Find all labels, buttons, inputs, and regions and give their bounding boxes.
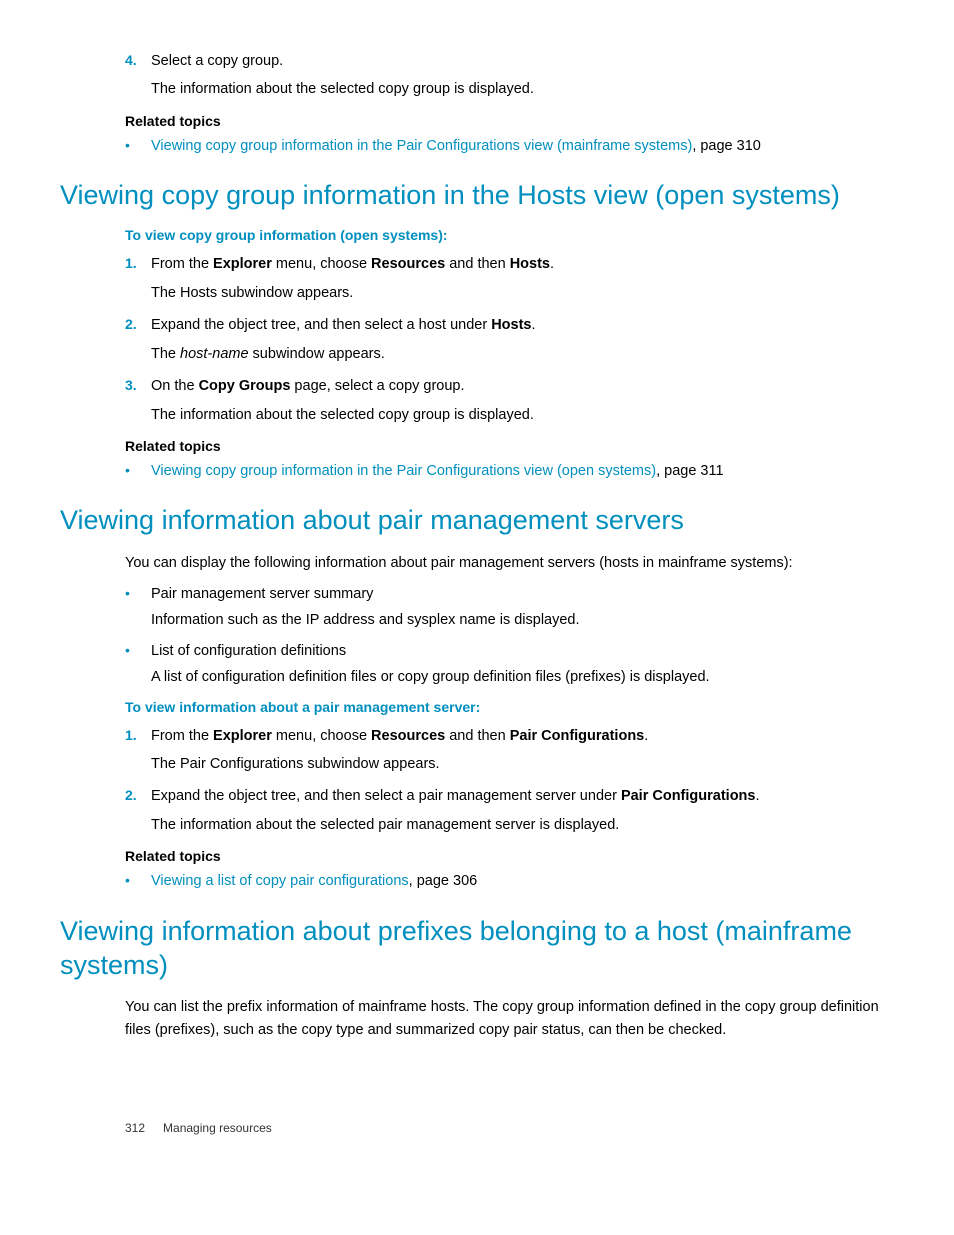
text: . bbox=[531, 317, 535, 333]
related-link[interactable]: Viewing a list of copy pair configuratio… bbox=[151, 873, 409, 889]
text: Pair management server summary bbox=[151, 586, 373, 602]
related-topics-heading: Related topics bbox=[125, 438, 894, 454]
related-topics-heading: Related topics bbox=[125, 848, 894, 864]
step-sub: The Pair Configurations subwindow appear… bbox=[151, 753, 894, 775]
related-item: Viewing a list of copy pair configuratio… bbox=[151, 870, 894, 892]
step-sub: The information about the selected copy … bbox=[151, 78, 894, 100]
list-number: 3. bbox=[125, 375, 151, 396]
step-sub: The host-name subwindow appears. bbox=[151, 343, 894, 365]
list-item-body: Expand the object tree, and then select … bbox=[151, 785, 894, 836]
text: and then bbox=[445, 728, 510, 744]
list-item-body: List of configuration definitions A list… bbox=[151, 640, 894, 689]
related-item: Viewing copy group information in the Pa… bbox=[151, 460, 894, 482]
text: . bbox=[755, 788, 759, 804]
text: menu, choose bbox=[272, 256, 371, 272]
section-heading-hosts-view: Viewing copy group information in the Ho… bbox=[60, 179, 894, 213]
bold: Explorer bbox=[213, 728, 272, 744]
page-number: 312 bbox=[125, 1121, 145, 1135]
bullet-icon: • bbox=[125, 460, 151, 481]
section-heading-prefixes: Viewing information about prefixes belon… bbox=[60, 915, 894, 983]
list-item-sub: A list of configuration definition files… bbox=[151, 666, 894, 688]
text: page, select a copy group. bbox=[290, 378, 464, 394]
section-heading-pair-servers: Viewing information about pair managemen… bbox=[60, 504, 894, 538]
intro-paragraph: You can list the prefix information of m… bbox=[125, 996, 894, 1041]
text: The bbox=[151, 346, 180, 362]
text: From the bbox=[151, 256, 213, 272]
related-page-ref: , page 306 bbox=[409, 873, 478, 889]
list-item-sub: Information such as the IP address and s… bbox=[151, 609, 894, 631]
list-item-body: Select a copy group. The information abo… bbox=[151, 50, 894, 101]
procedure-subhead: To view information about a pair managem… bbox=[125, 699, 894, 715]
text: subwindow appears. bbox=[249, 346, 385, 362]
bold: Resources bbox=[371, 728, 445, 744]
text: From the bbox=[151, 728, 213, 744]
text: menu, choose bbox=[272, 728, 371, 744]
text: Expand the object tree, and then select … bbox=[151, 317, 491, 333]
related-item: Viewing copy group information in the Pa… bbox=[151, 135, 894, 157]
bullet-icon: • bbox=[125, 870, 151, 891]
related-link[interactable]: Viewing copy group information in the Pa… bbox=[151, 463, 656, 479]
bullet-icon: • bbox=[125, 583, 151, 604]
text: and then bbox=[445, 256, 510, 272]
text: Expand the object tree, and then select … bbox=[151, 788, 621, 804]
list-number: 2. bbox=[125, 785, 151, 806]
bold: Pair Configurations bbox=[510, 728, 645, 744]
bold: Pair Configurations bbox=[621, 788, 756, 804]
text: List of configuration definitions bbox=[151, 643, 346, 659]
bold: Copy Groups bbox=[199, 378, 291, 394]
list-item-body: From the Explorer menu, choose Resources… bbox=[151, 725, 894, 776]
bold: Resources bbox=[371, 256, 445, 272]
related-page-ref: , page 311 bbox=[656, 463, 723, 479]
text: . bbox=[644, 728, 648, 744]
list-item-body: Expand the object tree, and then select … bbox=[151, 314, 894, 365]
related-link[interactable]: Viewing copy group information in the Pa… bbox=[151, 138, 692, 154]
footer-title: Managing resources bbox=[163, 1121, 272, 1135]
related-page-ref: , page 310 bbox=[692, 138, 761, 154]
bold: Hosts bbox=[510, 256, 550, 272]
list-number: 1. bbox=[125, 253, 151, 274]
step-sub: The information about the selected pair … bbox=[151, 814, 894, 836]
page-footer: 312 Managing resources bbox=[125, 1121, 894, 1135]
step-sub: The information about the selected copy … bbox=[151, 404, 894, 426]
list-number: 4. bbox=[125, 50, 151, 71]
text: On the bbox=[151, 378, 199, 394]
list-number: 2. bbox=[125, 314, 151, 335]
intro-paragraph: You can display the following informatio… bbox=[125, 552, 894, 574]
bold: Explorer bbox=[213, 256, 272, 272]
step-sub: The Hosts subwindow appears. bbox=[151, 282, 894, 304]
text: . bbox=[550, 256, 554, 272]
list-item-body: On the Copy Groups page, select a copy g… bbox=[151, 375, 894, 426]
list-item-body: Pair management server summary Informati… bbox=[151, 583, 894, 632]
bullet-icon: • bbox=[125, 640, 151, 661]
related-topics-heading: Related topics bbox=[125, 113, 894, 129]
italic: host-name bbox=[180, 346, 249, 362]
procedure-subhead: To view copy group information (open sys… bbox=[125, 227, 894, 243]
bullet-icon: • bbox=[125, 135, 151, 156]
bold: Hosts bbox=[491, 317, 531, 333]
step-text: Select a copy group. bbox=[151, 53, 283, 69]
list-number: 1. bbox=[125, 725, 151, 746]
list-item-body: From the Explorer menu, choose Resources… bbox=[151, 253, 894, 304]
